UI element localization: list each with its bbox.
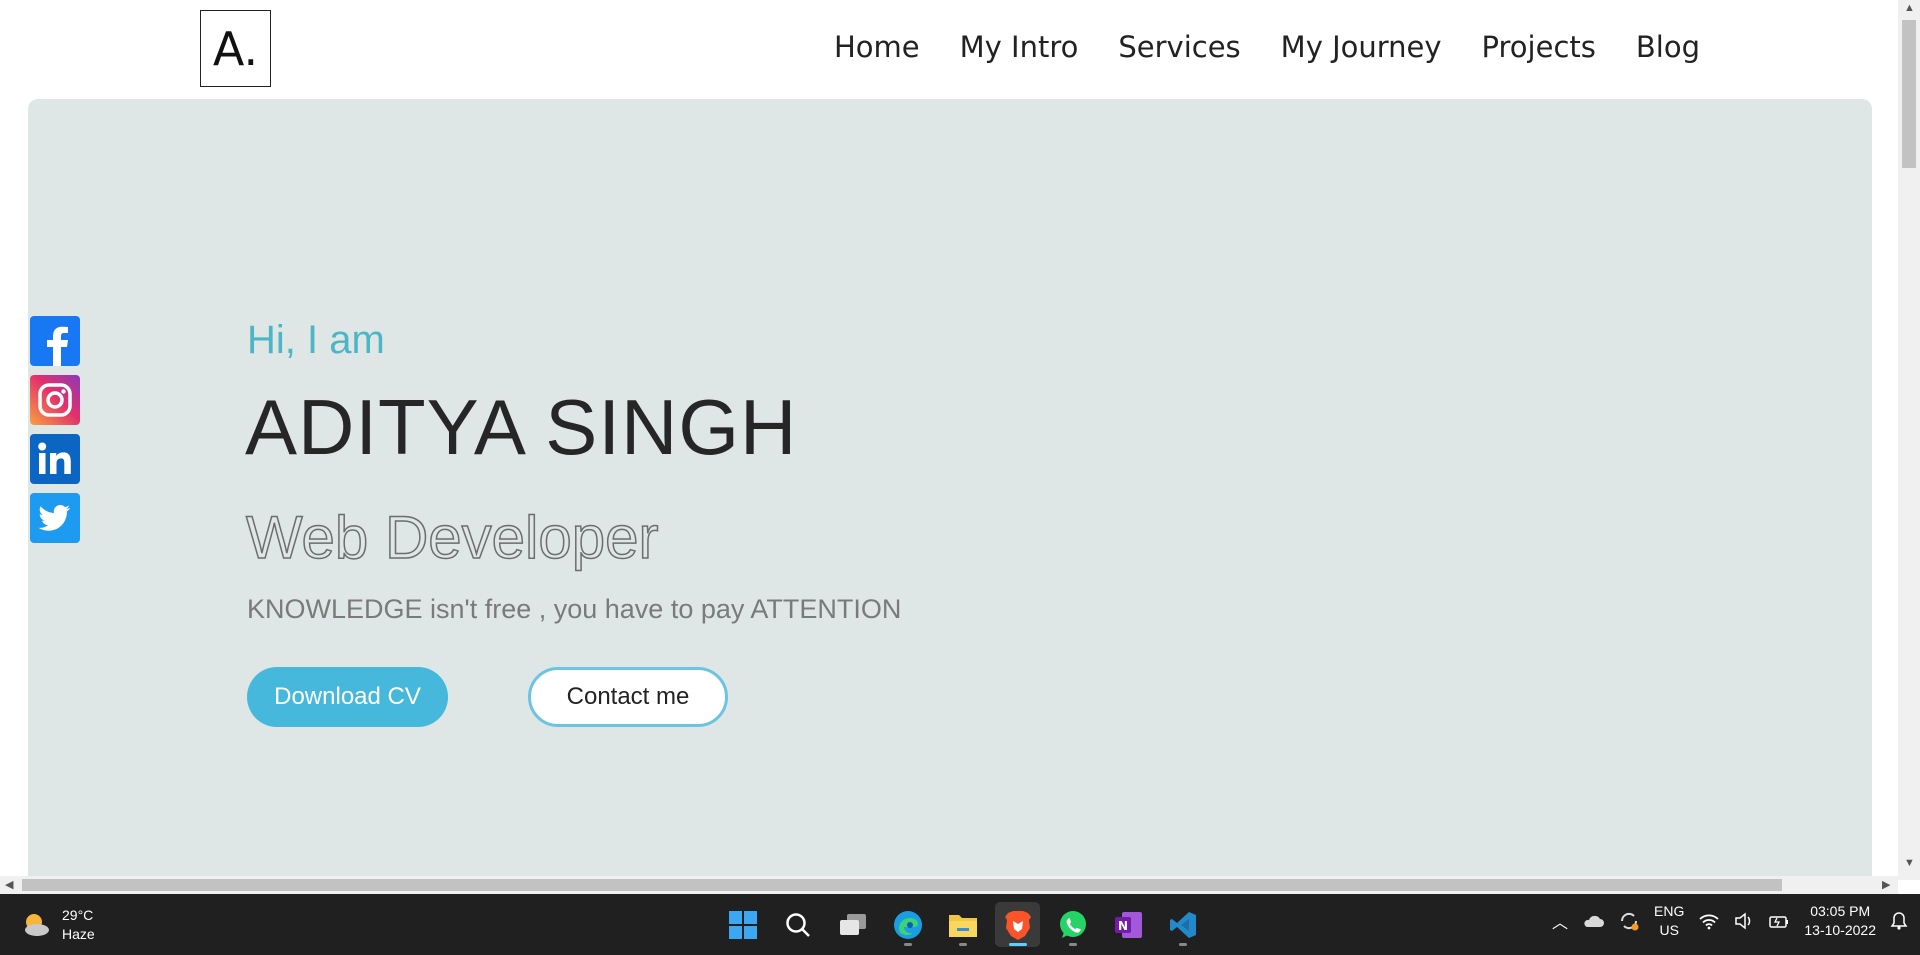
facebook-icon[interactable] (30, 316, 80, 366)
twitter-icon[interactable] (30, 493, 80, 543)
nav-my-journey[interactable]: My Journey (1281, 30, 1442, 64)
hero-section (28, 99, 1872, 879)
hero-role: Web Developer (245, 503, 659, 572)
show-hidden-icons-chevron-up-icon[interactable]: ︿ (1552, 909, 1568, 933)
nav-blog[interactable]: Blog (1636, 30, 1700, 64)
svg-text:N: N (1118, 919, 1128, 933)
system-tray: ︿ ENG US 03:05 PM 13-10-2022 (1552, 902, 1908, 940)
contact-me-button[interactable]: Contact me (528, 667, 728, 727)
taskbar-clock[interactable]: 03:05 PM 13-10-2022 (1804, 902, 1876, 940)
vertical-scrollbar[interactable]: ▲ ▼ (1898, 0, 1920, 880)
search-icon[interactable] (775, 902, 820, 947)
horizontal-scrollbar[interactable]: ◀ ▶ (0, 876, 1898, 894)
notification-bell-icon[interactable] (1890, 911, 1908, 931)
main-nav: Home My Intro Services My Journey Projec… (834, 30, 1700, 64)
instagram-icon[interactable] (30, 375, 80, 425)
input-language[interactable]: ENG US (1654, 902, 1684, 940)
social-bar (30, 316, 80, 543)
nav-home[interactable]: Home (834, 30, 920, 64)
horizontal-scroll-thumb[interactable] (22, 879, 1782, 891)
taskbar-apps: N (720, 902, 1205, 947)
language-code: ENG (1654, 903, 1685, 919)
vscode-icon[interactable] (1160, 902, 1205, 947)
file-explorer-icon[interactable] (940, 902, 985, 947)
weather-condition: Haze (62, 926, 95, 942)
windows-taskbar: 29°C Haze N ︿ ENG US 03:05 PM 13-10-2022 (0, 894, 1920, 955)
scroll-down-arrow-icon[interactable]: ▼ (1904, 857, 1915, 869)
onedrive-cloud-icon[interactable] (1582, 912, 1605, 930)
whatsapp-icon[interactable] (1050, 902, 1095, 947)
nav-my-intro[interactable]: My Intro (960, 30, 1079, 64)
sync-update-icon[interactable] (1618, 910, 1640, 932)
scroll-up-arrow-icon[interactable]: ▲ (1904, 2, 1915, 14)
site-logo[interactable]: A. (200, 10, 271, 87)
nav-services[interactable]: Services (1118, 30, 1240, 64)
weather-haze-icon (25, 914, 49, 936)
linkedin-icon[interactable] (30, 434, 80, 484)
weather-widget[interactable]: 29°C Haze (20, 906, 95, 944)
wifi-icon[interactable] (1698, 912, 1720, 930)
edge-icon[interactable] (885, 902, 930, 947)
clock-time: 03:05 PM (1810, 903, 1871, 919)
language-region: US (1659, 922, 1679, 938)
volume-icon[interactable] (1734, 912, 1754, 930)
battery-charging-icon[interactable] (1768, 912, 1790, 930)
vertical-scroll-thumb[interactable] (1902, 20, 1916, 168)
hero-greeting: Hi, I am (247, 318, 385, 362)
download-cv-button[interactable]: Download CV (247, 667, 448, 727)
onenote-icon[interactable]: N (1105, 902, 1150, 947)
logo-text: A. (212, 21, 259, 76)
scroll-right-arrow-icon[interactable]: ▶ (1882, 878, 1890, 891)
browser-page: A. Home My Intro Services My Journey Pro… (0, 0, 1920, 955)
task-view-icon[interactable] (830, 902, 875, 947)
brave-icon[interactable] (995, 902, 1040, 947)
windows-start-icon[interactable] (720, 902, 765, 947)
nav-projects[interactable]: Projects (1482, 30, 1596, 64)
hero-name: ADITYA SINGH (245, 383, 798, 471)
weather-temp: 29°C (62, 907, 94, 923)
hero-quote: KNOWLEDGE isn't free , you have to pay A… (247, 594, 902, 624)
clock-date: 13-10-2022 (1804, 922, 1876, 938)
scroll-left-arrow-icon[interactable]: ◀ (5, 878, 13, 891)
